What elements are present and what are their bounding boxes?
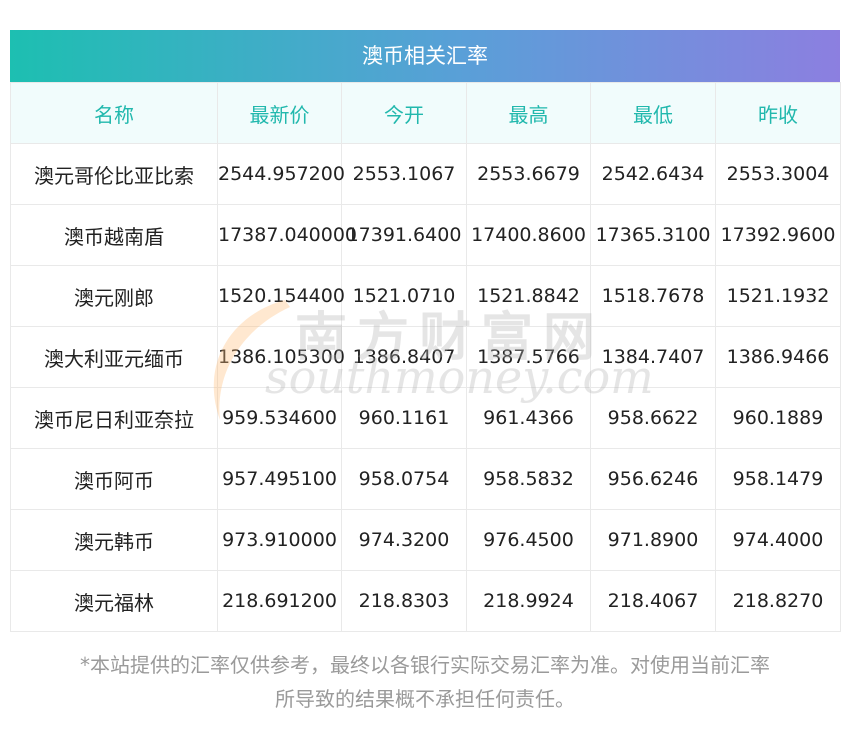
high-price: 1387.5766 [466,326,591,388]
table-row: 澳元刚郎 1520.154400 1521.0710 1521.8842 151… [10,265,841,327]
table-row: 澳币越南盾 17387.040000 17391.6400 17400.8600… [10,204,841,266]
header-prev-close: 昨收 [715,82,841,144]
header-latest: 最新价 [217,82,342,144]
table-header-row: 名称 最新价 今开 最高 最低 昨收 [10,82,841,144]
currency-name: 澳大利亚元缅币 [10,326,218,388]
low-price: 2542.6434 [590,143,716,205]
latest-price: 218.691200 [217,570,342,632]
latest-price: 973.910000 [217,509,342,571]
prev-close-price: 974.4000 [715,509,841,571]
high-price: 17400.8600 [466,204,591,266]
exchange-rate-table-container: 澳币相关汇率 名称 最新价 今开 最高 最低 昨收 澳元哥伦比亚比索 2544.… [10,30,841,632]
disclaimer-note: *本站提供的汇率仅供参考，最终以各银行实际交易汇率为准。对使用当前汇率 所导致的… [0,648,850,716]
open-price: 17391.6400 [341,204,467,266]
high-price: 958.5832 [466,448,591,510]
open-price: 960.1161 [341,387,467,449]
prev-close-price: 17392.9600 [715,204,841,266]
open-price: 1386.8407 [341,326,467,388]
low-price: 971.8900 [590,509,716,571]
prev-close-price: 960.1889 [715,387,841,449]
currency-name: 澳币阿币 [10,448,218,510]
currency-name: 澳元哥伦比亚比索 [10,143,218,205]
high-price: 961.4366 [466,387,591,449]
latest-price: 959.534600 [217,387,342,449]
open-price: 974.3200 [341,509,467,571]
disclaimer-line-2: 所导致的结果概不承担任何责任。 [275,687,575,711]
table-row: 澳币尼日利亚奈拉 959.534600 960.1161 961.4366 95… [10,387,841,449]
low-price: 1518.7678 [590,265,716,327]
open-price: 1521.0710 [341,265,467,327]
prev-close-price: 958.1479 [715,448,841,510]
latest-price: 17387.040000 [217,204,357,266]
table-row: 澳元哥伦比亚比索 2544.957200 2553.1067 2553.6679… [10,143,841,205]
table-row: 澳币阿币 957.495100 958.0754 958.5832 956.62… [10,448,841,510]
header-high: 最高 [466,82,591,144]
latest-price: 2544.957200 [217,143,345,205]
high-price: 218.9924 [466,570,591,632]
table-row: 澳元韩币 973.910000 974.3200 976.4500 971.89… [10,509,841,571]
prev-close-price: 2553.3004 [715,143,841,205]
header-name: 名称 [10,82,218,144]
high-price: 2553.6679 [466,143,591,205]
open-price: 958.0754 [341,448,467,510]
high-price: 976.4500 [466,509,591,571]
prev-close-price: 1386.9466 [715,326,841,388]
table-row: 澳大利亚元缅币 1386.105300 1386.8407 1387.5766 … [10,326,841,388]
low-price: 17365.3100 [590,204,716,266]
header-open: 今开 [341,82,467,144]
disclaimer-line-1: *本站提供的汇率仅供参考，最终以各银行实际交易汇率为准。对使用当前汇率 [80,653,770,677]
latest-price: 1386.105300 [217,326,345,388]
high-price: 1521.8842 [466,265,591,327]
currency-name: 澳元福林 [10,570,218,632]
open-price: 218.8303 [341,570,467,632]
latest-price: 957.495100 [217,448,342,510]
low-price: 1384.7407 [590,326,716,388]
low-price: 956.6246 [590,448,716,510]
latest-price: 1520.154400 [217,265,345,327]
table-title: 澳币相关汇率 [10,30,840,82]
header-low: 最低 [590,82,716,144]
currency-name: 澳元刚郎 [10,265,218,327]
open-price: 2553.1067 [341,143,467,205]
table-row: 澳元福林 218.691200 218.8303 218.9924 218.40… [10,570,841,632]
prev-close-price: 218.8270 [715,570,841,632]
page: 澳币相关汇率 名称 最新价 今开 最高 最低 昨收 澳元哥伦比亚比索 2544.… [0,0,850,733]
currency-name: 澳币越南盾 [10,204,218,266]
currency-name: 澳元韩币 [10,509,218,571]
prev-close-price: 1521.1932 [715,265,841,327]
low-price: 218.4067 [590,570,716,632]
exchange-rate-table: 名称 最新价 今开 最高 最低 昨收 澳元哥伦比亚比索 2544.957200 … [10,82,841,632]
low-price: 958.6622 [590,387,716,449]
currency-name: 澳币尼日利亚奈拉 [10,387,218,449]
